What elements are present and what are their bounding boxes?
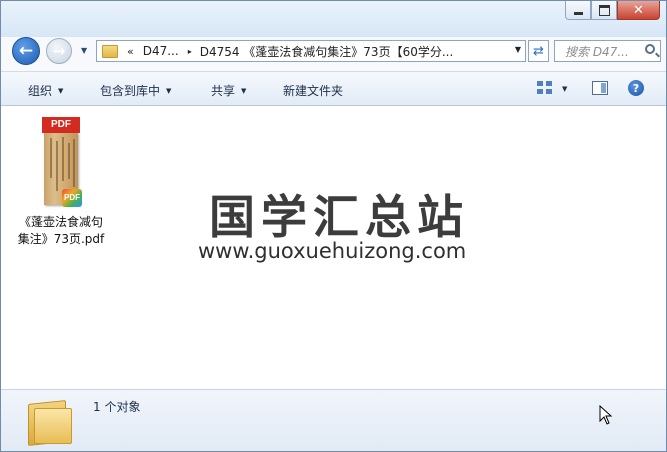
item-count: 1 个对象 <box>93 400 141 414</box>
include-in-library-menu[interactable]: 包含到库中 ▼ <box>100 82 171 99</box>
pdf-file-icon: PDF PDF <box>42 117 82 207</box>
maximize-icon <box>598 4 610 16</box>
file-name-line-1: 《蓬壶法食减句 <box>18 215 103 229</box>
help-icon[interactable]: ? <box>628 80 644 96</box>
watermark-title: 国学汇总站 <box>209 190 469 244</box>
refresh-icon: ⇄ <box>533 43 544 59</box>
organize-menu[interactable]: 组织 ▼ <box>28 82 63 99</box>
details-pane: 1 个对象 <box>1 389 666 451</box>
maximize-button[interactable] <box>591 1 617 20</box>
folder-icon <box>28 398 72 446</box>
include-library-label: 包含到库中 <box>100 84 161 98</box>
organize-label: 组织 <box>28 84 53 98</box>
file-name: 《蓬壶法食减句 集注》73页.pdf <box>9 214 113 248</box>
forward-button[interactable]: → <box>46 38 72 64</box>
chevron-down-icon: ▼ <box>81 46 88 55</box>
explorer-window: ✕ ← → ▼ « D47... ▸ D4754 《蓬壶法食减句集注》73页【6… <box>0 0 667 452</box>
minimize-button[interactable] <box>565 1 591 20</box>
search-box[interactable]: 搜索 D47... <box>554 40 661 62</box>
caption-buttons: ✕ <box>565 1 660 21</box>
new-folder-label: 新建文件夹 <box>283 84 344 98</box>
address-dropdown-icon[interactable]: ▼ <box>515 45 521 54</box>
close-button[interactable]: ✕ <box>617 1 660 20</box>
chevron-down-icon: ▼ <box>58 87 64 95</box>
pdf-app-badge-icon: PDF <box>62 189 82 207</box>
breadcrumb-current[interactable]: D4754 《蓬壶法食减句集注》73页【60学分... <box>200 43 454 60</box>
watermark-url: www.guoxuehuizong.com <box>198 239 467 263</box>
breadcrumb-parent[interactable]: D47... <box>143 44 179 58</box>
share-label: 共享 <box>211 84 236 98</box>
title-bar: ✕ <box>1 1 666 37</box>
search-icon[interactable] <box>645 44 655 54</box>
chevron-down-icon: ▼ <box>241 87 247 95</box>
file-item[interactable]: PDF PDF 《蓬壶法食减句 集注》73页.pdf <box>9 114 113 249</box>
search-input[interactable]: 搜索 D47... <box>565 43 629 60</box>
close-icon: ✕ <box>633 2 644 18</box>
preview-pane-icon[interactable] <box>592 81 608 95</box>
change-view-icon[interactable] <box>537 81 553 95</box>
recent-pages-dropdown[interactable]: ▼ <box>81 46 91 56</box>
chevron-down-icon: ▼ <box>166 87 172 95</box>
command-bar: 组织 ▼ 包含到库中 ▼ 共享 ▼ 新建文件夹 ▼ ? <box>1 71 666 106</box>
mouse-cursor-icon <box>599 405 613 425</box>
refresh-button[interactable]: ⇄ <box>528 40 549 62</box>
folder-icon <box>102 44 118 58</box>
share-menu[interactable]: 共享 ▼ <box>211 82 246 99</box>
minimize-icon <box>573 11 583 15</box>
view-options-dropdown[interactable]: ▼ <box>562 85 567 93</box>
breadcrumb-separator-icon[interactable]: ▸ <box>188 47 192 56</box>
forward-arrow-icon: → <box>52 42 66 60</box>
address-overflow-button[interactable]: « <box>127 45 134 58</box>
pdf-thumb-label: PDF <box>42 117 80 133</box>
address-bar[interactable]: « D47... ▸ D4754 《蓬壶法食减句集注》73页【60学分... ▼ <box>96 40 526 62</box>
navigation-bar: ← → ▼ « D47... ▸ D4754 《蓬壶法食减句集注》73页【60学… <box>1 37 666 67</box>
back-arrow-icon: ← <box>18 41 34 61</box>
file-name-line-2: 集注》73页.pdf <box>17 232 105 246</box>
new-folder-button[interactable]: 新建文件夹 <box>283 82 343 99</box>
back-button[interactable]: ← <box>12 37 40 65</box>
file-list-pane[interactable]: PDF PDF 《蓬壶法食减句 集注》73页.pdf 国学汇总站 www.guo… <box>1 106 666 389</box>
